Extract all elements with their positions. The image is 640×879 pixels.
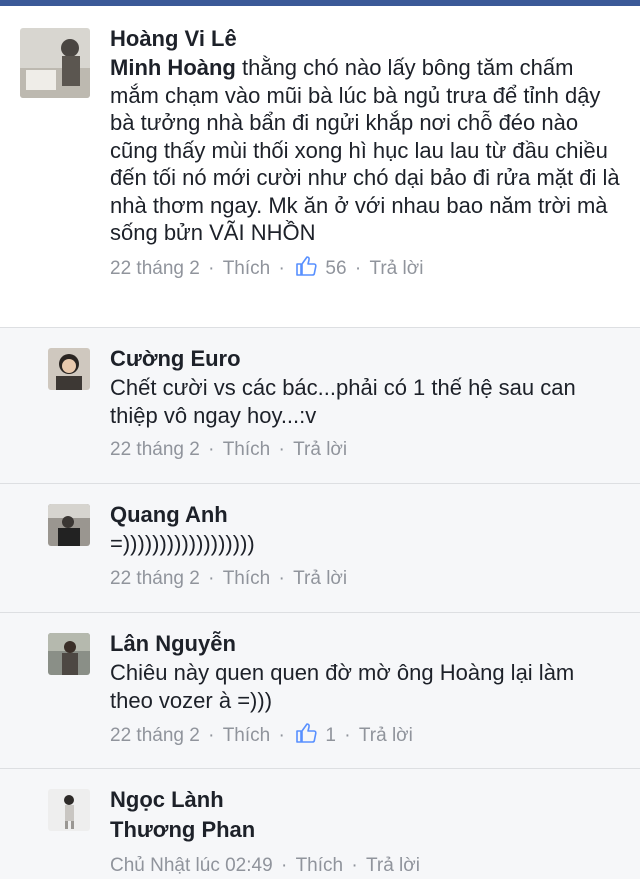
like-button[interactable]: Thích: [223, 437, 271, 463]
comment-item: Hoàng Vi Lê Minh Hoàng thằng chó nào lấy…: [0, 6, 640, 328]
comment-meta: 22 tháng 2 · Thích · Trả lời: [110, 566, 622, 592]
comment-item: Cường Euro Chết cười vs các bác...phải c…: [0, 328, 640, 484]
comment-author[interactable]: Lân Nguyễn: [110, 629, 622, 659]
like-button[interactable]: Thích: [223, 256, 271, 282]
comment-text: Chết cười vs các bác...phải có 1 thế hệ …: [110, 375, 576, 428]
comment-author[interactable]: Quang Anh: [110, 500, 622, 530]
reply-button[interactable]: Trả lời: [293, 566, 347, 592]
avatar[interactable]: [48, 789, 90, 831]
avatar-photo-icon: [48, 633, 90, 675]
comment-time[interactable]: 22 tháng 2: [110, 566, 200, 592]
comment-body: Cường Euro Chết cười vs các bác...phải c…: [110, 344, 622, 463]
comment-item: Lân Nguyễn Chiêu này quen quen đờ mờ ông…: [0, 613, 640, 769]
comment-author[interactable]: Hoàng Vi Lê: [110, 24, 622, 54]
like-button[interactable]: Thích: [223, 723, 271, 749]
comment-time[interactable]: Chủ Nhật lúc 02:49: [110, 853, 273, 879]
comment-time[interactable]: 22 tháng 2: [110, 256, 200, 282]
separator-dot: ·: [280, 855, 288, 876]
comment-time[interactable]: 22 tháng 2: [110, 437, 200, 463]
separator-dot: ·: [344, 725, 351, 746]
comment-item: Quang Anh =)))))))))))))))))) 22 tháng 2…: [0, 484, 640, 613]
reaction-count[interactable]: 56: [325, 256, 346, 282]
comment-meta: Chủ Nhật lúc 02:49 · Thích · Trả lời: [110, 853, 622, 879]
separator-dot: ·: [208, 725, 215, 746]
comment-body: Quang Anh =)))))))))))))))))) 22 tháng 2…: [110, 500, 622, 592]
reply-button[interactable]: Trả lời: [359, 723, 413, 749]
avatar[interactable]: [48, 504, 90, 546]
avatar[interactable]: [20, 28, 90, 98]
comment-text: =)))))))))))))))))): [110, 531, 255, 556]
reply-button[interactable]: Trả lời: [293, 437, 347, 463]
thumbs-up-icon[interactable]: [295, 255, 317, 277]
comment-time[interactable]: 22 tháng 2: [110, 723, 200, 749]
comment-meta: 22 tháng 2 · Thích · 56 · Trả lời: [110, 255, 622, 282]
separator-dot: ·: [278, 567, 285, 589]
comment-text: Chiêu này quen quen đờ mờ ông Hoàng lại …: [110, 660, 575, 713]
reaction-count[interactable]: 1: [325, 723, 336, 749]
mention-link[interactable]: Minh Hoàng: [110, 55, 236, 80]
comment-meta: 22 tháng 2 · Thích · 1 · Trả lời: [110, 722, 622, 749]
separator-dot: ·: [278, 257, 285, 279]
like-button[interactable]: Thích: [223, 566, 271, 592]
comment-body: Lân Nguyễn Chiêu này quen quen đờ mờ ông…: [110, 629, 622, 749]
comment-author[interactable]: Cường Euro: [110, 344, 622, 374]
separator-dot: ·: [208, 257, 215, 279]
separator-dot: ·: [278, 439, 285, 460]
avatar-photo-icon: [20, 28, 90, 98]
separator-dot: ·: [208, 439, 215, 460]
avatar-photo-icon: [48, 348, 90, 390]
reply-button[interactable]: Trả lời: [366, 853, 420, 879]
avatar-photo-icon: [48, 789, 90, 831]
comment-message: thằng chó nào lấy bông tăm chấm mắm chạm…: [110, 55, 620, 245]
mention-link[interactable]: Thương Phan: [110, 815, 622, 845]
avatar-photo-icon: [48, 504, 90, 546]
reply-button[interactable]: Trả lời: [369, 256, 423, 282]
separator-dot: ·: [351, 855, 358, 876]
comment-author[interactable]: Ngọc Lành: [110, 785, 622, 815]
avatar[interactable]: [48, 348, 90, 390]
thumbs-up-icon[interactable]: [295, 722, 317, 744]
avatar[interactable]: [48, 633, 90, 675]
like-button[interactable]: Thích: [296, 853, 344, 879]
separator-dot: ·: [278, 725, 285, 746]
comment-meta: 22 tháng 2 · Thích · Trả lời: [110, 437, 622, 463]
separator-dot: ·: [354, 257, 362, 279]
comment-item: Ngọc Lành Thương Phan Chủ Nhật lúc 02:49…: [0, 769, 640, 876]
comment-body: Hoàng Vi Lê Minh Hoàng thằng chó nào lấy…: [110, 24, 622, 282]
comment-text: Minh Hoàng thằng chó nào lấy bông tăm ch…: [110, 54, 622, 247]
separator-dot: ·: [208, 567, 215, 589]
